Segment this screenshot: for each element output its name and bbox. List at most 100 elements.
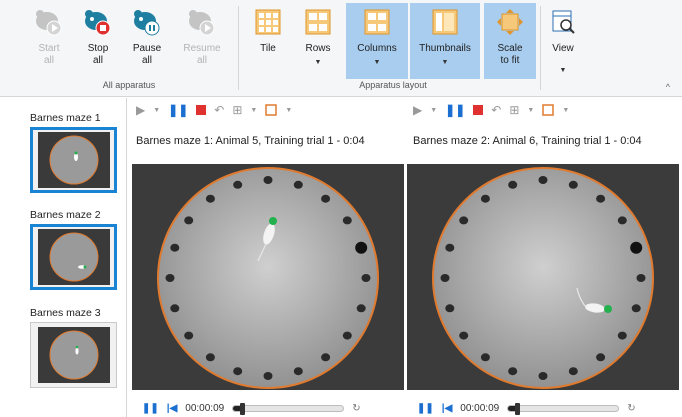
- scale-to-fit-label: Scale to fit: [497, 43, 523, 66]
- zone-icon[interactable]: [542, 104, 555, 116]
- stop-all-label: Stop all: [87, 43, 109, 66]
- zone-icon[interactable]: [265, 104, 278, 116]
- grid-icon[interactable]: ⊞: [232, 103, 242, 117]
- speed-icon[interactable]: ↻: [627, 403, 635, 414]
- chevron-down-icon[interactable]: ▼: [285, 107, 292, 114]
- thumbnail-label: Barnes maze 1: [30, 112, 101, 124]
- group-label-layout: Apparatus layout: [359, 80, 427, 90]
- thumbnail-image: [37, 132, 110, 188]
- maze-hole: [445, 304, 455, 313]
- chevron-down-icon[interactable]: ▼: [562, 107, 569, 114]
- chevron-down-icon[interactable]: ▼: [430, 107, 437, 114]
- playback-slider[interactable]: [507, 402, 620, 415]
- thumbnails-button[interactable]: Thumbnails ▼: [410, 3, 480, 79]
- thumbnail-label: Barnes maze 2: [30, 209, 101, 221]
- tile-label: Tile: [260, 43, 276, 54]
- pane-title: Barnes maze 2: Animal 6, Training trial …: [413, 135, 642, 147]
- thumbnail-barnes-maze-3[interactable]: [30, 322, 117, 388]
- stop-all-button[interactable]: Stop all: [76, 3, 120, 79]
- undo-icon[interactable]: ↶: [214, 103, 224, 117]
- pause-all-label: Pause all: [132, 43, 162, 66]
- grid-icon[interactable]: ⊞: [509, 103, 519, 117]
- maze-hole: [293, 180, 303, 189]
- maze-hole: [568, 180, 578, 189]
- maze-hole: [233, 180, 243, 189]
- thumbnail-barnes-maze-1[interactable]: [30, 127, 117, 193]
- maze-hole: [263, 176, 273, 184]
- maze-hole: [165, 274, 175, 282]
- chevron-down-icon[interactable]: ▼: [527, 107, 534, 114]
- stop-icon[interactable]: [196, 105, 207, 115]
- chevron-down-icon: ▼: [441, 59, 449, 66]
- columns-button[interactable]: Columns ▼: [346, 3, 408, 79]
- maze-hole: [342, 331, 352, 340]
- video-frame-2[interactable]: [407, 164, 679, 390]
- resume-all-button[interactable]: Resume all: [178, 3, 226, 79]
- scale-to-fit-button[interactable]: Scale to fit: [484, 3, 536, 79]
- mouse-pause-icon: [130, 5, 164, 39]
- maze-hole: [538, 176, 548, 184]
- maze-hole: [568, 367, 578, 376]
- maze-hole: [170, 243, 180, 252]
- maze-hole: [205, 353, 215, 362]
- slider-handle[interactable]: [240, 402, 245, 415]
- playback-controls: ❚❚ |◀ 00:00:09 ↻: [142, 400, 361, 416]
- maze-hole: [617, 216, 627, 225]
- rows-button[interactable]: Rows ▼: [296, 3, 340, 79]
- resume-all-label: Resume all: [183, 43, 221, 66]
- maze-hole: [170, 304, 180, 313]
- escape-hole: [355, 241, 368, 254]
- view-label: View: [552, 43, 574, 54]
- scale-to-fit-icon: [493, 5, 527, 39]
- thumbnail-barnes-maze-2[interactable]: [30, 224, 117, 290]
- pane-toolbar: ▶ ▼ ❚❚ ↶ ⊞ ▼ ▼: [413, 100, 569, 120]
- collapse-ribbon-icon[interactable]: ^: [666, 82, 670, 92]
- pause-icon[interactable]: ❚❚: [417, 403, 434, 414]
- pause-icon[interactable]: ❚❚: [168, 103, 188, 117]
- start-all-button[interactable]: Start all: [28, 3, 70, 79]
- pause-icon[interactable]: ❚❚: [445, 103, 465, 117]
- view-button[interactable]: View ▼: [544, 3, 582, 79]
- maze-hole: [321, 353, 331, 362]
- play-icon[interactable]: ▶: [413, 103, 422, 117]
- maze-hole: [361, 274, 371, 282]
- video-frame-1[interactable]: [132, 164, 404, 390]
- maze-hole: [233, 367, 243, 376]
- maze-hole: [263, 372, 273, 380]
- thumbnail-label: Barnes maze 3: [30, 307, 101, 319]
- playback-time: 00:00:09: [460, 402, 500, 414]
- play-icon[interactable]: ▶: [136, 103, 145, 117]
- columns-layout-icon: [360, 5, 394, 39]
- playback-time: 00:00:09: [185, 402, 225, 414]
- chevron-down-icon: ▼: [314, 59, 322, 66]
- chevron-down-icon[interactable]: ▼: [153, 107, 160, 114]
- thumbnail-image: [37, 327, 110, 383]
- slider-handle[interactable]: [515, 402, 520, 415]
- mouse-resume-icon: [185, 5, 219, 39]
- maze-hole: [480, 194, 490, 203]
- maze-hole: [184, 331, 194, 340]
- ribbon-group-separator: [540, 6, 541, 90]
- ribbon: Start all Stop all Pause all Resume all …: [0, 0, 682, 97]
- playback-slider[interactable]: [232, 402, 345, 415]
- pause-icon[interactable]: ❚❚: [142, 403, 159, 414]
- pane-toolbar: ▶ ▼ ❚❚ ↶ ⊞ ▼ ▼: [136, 100, 292, 120]
- undo-icon[interactable]: ↶: [491, 103, 501, 117]
- skip-to-start-icon[interactable]: |◀: [442, 403, 453, 414]
- pause-all-button[interactable]: Pause all: [124, 3, 170, 79]
- stop-icon[interactable]: [473, 105, 484, 115]
- thumbnails-icon: [428, 5, 462, 39]
- maze-hole: [596, 194, 606, 203]
- chevron-down-icon[interactable]: ▼: [250, 107, 257, 114]
- maze-hole: [596, 353, 606, 362]
- maze-hole: [321, 194, 331, 203]
- tile-button[interactable]: Tile: [248, 3, 288, 79]
- skip-to-start-icon[interactable]: |◀: [167, 403, 178, 414]
- thumbnail-panel: Barnes maze 1 Barnes maze 2 Barnes maze …: [0, 98, 127, 417]
- pane-title: Barnes maze 1: Animal 5, Training trial …: [136, 135, 365, 147]
- maze-hole: [538, 372, 548, 380]
- escape-hole: [630, 241, 643, 254]
- maze-hole: [508, 367, 518, 376]
- speed-icon[interactable]: ↻: [352, 403, 360, 414]
- maze-hole: [617, 331, 627, 340]
